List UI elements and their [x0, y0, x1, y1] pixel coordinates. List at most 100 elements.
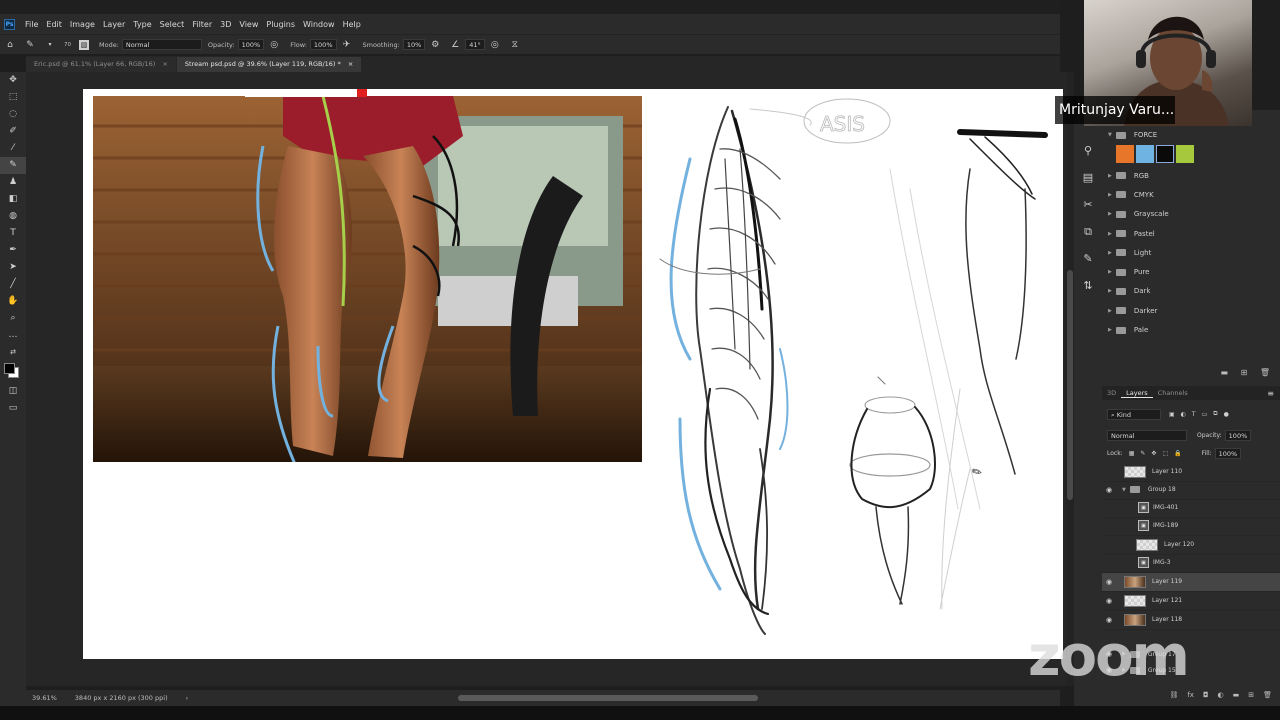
layer-group-row[interactable]: ◉ ▼ Group 18 — [1102, 481, 1280, 500]
tab-stream-psd[interactable]: Stream psd.psd @ 39.6% (Layer 119, RGB/1… — [176, 57, 362, 72]
pressure-size-icon[interactable]: ◎ — [489, 39, 501, 51]
chevron-right-icon[interactable]: ▶ — [1108, 327, 1112, 333]
line-tool-icon[interactable]: ╱ — [0, 276, 26, 293]
layer-row[interactable]: Layer 120 — [1102, 536, 1280, 555]
symmetry-icon[interactable]: ⧖ — [509, 39, 521, 51]
new-group-folder-icon[interactable]: ▬ — [1220, 368, 1228, 377]
adjustments-icon[interactable]: ⇅ — [1074, 272, 1102, 299]
layer-row[interactable]: ▣ IMG-3 — [1102, 554, 1280, 573]
opacity-field[interactable]: 100% — [237, 39, 265, 50]
eyedropper-tool-icon[interactable]: ⁄ — [0, 140, 26, 157]
zoom-tool-icon[interactable]: ⌕ — [0, 310, 26, 327]
type-tool-icon[interactable]: T — [0, 225, 26, 242]
chevron-right-icon[interactable]: ▶ — [1108, 250, 1112, 256]
smoothing-settings-gear-icon[interactable]: ⚙ — [429, 39, 441, 51]
vertical-scroll-thumb[interactable] — [1067, 270, 1073, 500]
chevron-right-icon[interactable]: ▶ — [1108, 173, 1112, 179]
libraries-icon[interactable]: ⧉ — [1074, 218, 1102, 245]
layer-row[interactable]: ▣ IMG-401 — [1102, 499, 1280, 518]
status-menu-arrow[interactable]: › — [186, 694, 189, 702]
layer-row-selected[interactable]: ◉ Layer 119 — [1102, 573, 1280, 592]
zoom-level[interactable]: 39.61% — [32, 694, 57, 702]
swatch-orange[interactable] — [1116, 145, 1134, 163]
glyphs-icon[interactable]: ✎ — [1074, 245, 1102, 272]
pen-tool-icon[interactable]: ✒ — [0, 242, 26, 259]
layer-row[interactable]: ◉ Layer 121 — [1102, 592, 1280, 611]
eye-icon[interactable]: ◉ — [1102, 486, 1116, 494]
swatch-group-darker[interactable]: ▶ Darker — [1102, 301, 1280, 320]
chevron-down-icon[interactable]: ▾ — [44, 39, 56, 51]
menu-view[interactable]: View — [235, 20, 262, 29]
menu-image[interactable]: Image — [66, 20, 99, 29]
angle-field[interactable]: 41° — [465, 39, 485, 50]
swap-colors-icon[interactable]: ⇄ — [0, 344, 26, 361]
layer-mask-icon[interactable]: ◘ — [1203, 691, 1209, 699]
filter-type-icon[interactable]: T — [1192, 411, 1196, 418]
swatch-group-force[interactable]: ▼ FORCE — [1102, 128, 1280, 142]
eye-icon[interactable]: ◉ — [1102, 597, 1116, 605]
menu-plugins[interactable]: Plugins — [262, 20, 299, 29]
chevron-right-icon[interactable]: ▶ — [1108, 269, 1112, 275]
chevron-down-icon[interactable]: ▼ — [1108, 132, 1112, 138]
tab-layers[interactable]: Layers — [1121, 389, 1153, 398]
menu-type[interactable]: Type — [129, 20, 155, 29]
lock-paint-icon[interactable]: ✎ — [1140, 450, 1145, 457]
new-layer-icon[interactable]: ⊞ — [1248, 691, 1254, 699]
layer-style-icon[interactable]: fx — [1187, 691, 1194, 699]
chevron-down-icon[interactable]: ▼ — [1122, 487, 1126, 493]
panel-menu-icon[interactable]: ≡ — [1267, 389, 1274, 398]
close-icon[interactable]: × — [348, 60, 353, 68]
tab-3d[interactable]: 3D — [1102, 389, 1121, 397]
delete-layer-trash-icon[interactable]: 🗑 — [1263, 691, 1272, 699]
filter-pixel-icon[interactable]: ▣ — [1169, 411, 1175, 418]
eye-icon[interactable]: ◉ — [1102, 578, 1116, 586]
lock-artboard-icon[interactable]: ⬚ — [1162, 450, 1168, 457]
menu-window[interactable]: Window — [299, 20, 339, 29]
marquee-tool-icon[interactable]: ⬚ — [0, 89, 26, 106]
tools-icon[interactable]: ✂ — [1074, 191, 1102, 218]
figure-sketch[interactable]: ASIS — [640, 89, 1063, 659]
lock-transparent-icon[interactable]: ▦ — [1129, 450, 1135, 457]
chevron-right-icon[interactable]: ▶ — [1108, 308, 1112, 314]
photoshop-logo-icon[interactable]: Ps — [4, 18, 15, 30]
close-icon[interactable]: × — [162, 60, 167, 68]
adjustment-layer-icon[interactable]: ◐ — [1218, 691, 1224, 699]
swatch-group-grayscale[interactable]: ▶ Grayscale — [1102, 205, 1280, 224]
swatch-blue[interactable] — [1136, 145, 1154, 163]
new-group-icon[interactable]: ▬ — [1233, 691, 1240, 699]
swatch-group-light[interactable]: ▶ Light — [1102, 243, 1280, 262]
stamp-tool-icon[interactable]: ♟ — [0, 174, 26, 191]
tab-eric-psd[interactable]: Eric.psd @ 61.1% (Layer 66, RGB/16) × — [26, 57, 176, 72]
brush-size-value[interactable]: 70 — [64, 42, 71, 48]
menu-layer[interactable]: Layer — [99, 20, 129, 29]
foreground-background-color[interactable] — [0, 361, 26, 383]
horizontal-scroll-thumb[interactable] — [458, 695, 758, 701]
swatch-green[interactable] — [1176, 145, 1194, 163]
screen-mode-icon[interactable]: ▭ — [0, 400, 26, 417]
menu-file[interactable]: File — [21, 20, 42, 29]
chevron-right-icon[interactable]: ▶ — [1108, 231, 1112, 237]
tab-channels[interactable]: Channels — [1153, 389, 1193, 397]
chevron-right-icon[interactable]: ▶ — [1108, 288, 1112, 294]
menu-filter[interactable]: Filter — [188, 20, 216, 29]
menu-edit[interactable]: Edit — [42, 20, 66, 29]
eye-icon[interactable]: ◉ — [1102, 616, 1116, 624]
menu-3d[interactable]: 3D — [216, 20, 235, 29]
filter-shape-icon[interactable]: ▭ — [1202, 411, 1208, 418]
blend-mode-select[interactable]: Normal — [1107, 429, 1187, 441]
swatch-group-pure[interactable]: ▶ Pure — [1102, 262, 1280, 281]
move-tool-icon[interactable]: ✥ — [0, 72, 26, 89]
layer-row[interactable]: Layer 110 — [1102, 463, 1280, 482]
flow-field[interactable]: 100% — [309, 39, 337, 50]
swatch-black[interactable] — [1156, 145, 1174, 163]
brush-tool-icon[interactable]: ✎ — [0, 157, 26, 174]
reference-photo[interactable] — [93, 96, 642, 462]
filter-toggle-icon[interactable]: ● — [1224, 411, 1229, 418]
home-icon[interactable]: ⌂ — [4, 39, 16, 51]
swatch-group-pastel[interactable]: ▶ Pastel — [1102, 224, 1280, 243]
layer-filter-select[interactable]: ⌕ Kind — [1107, 408, 1161, 420]
layer-row[interactable]: ▣ IMG-189 — [1102, 517, 1280, 536]
chevron-right-icon[interactable]: ▶ — [1108, 211, 1112, 217]
properties-icon[interactable]: ▤ — [1074, 164, 1102, 191]
airbrush-icon[interactable]: ✈ — [341, 39, 353, 51]
